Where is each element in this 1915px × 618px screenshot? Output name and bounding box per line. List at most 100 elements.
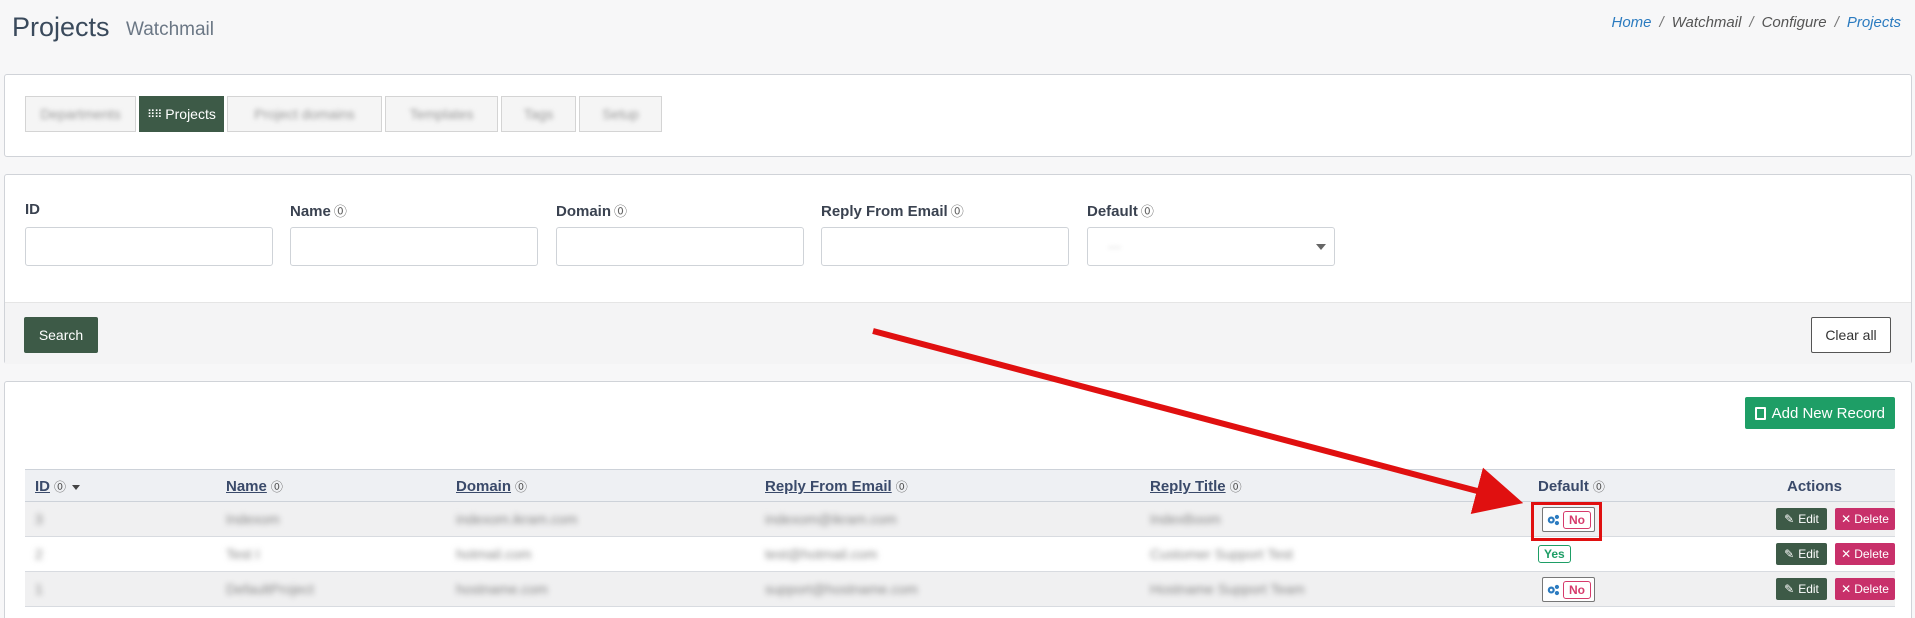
tab-label: Departments (40, 106, 121, 122)
column-header-id[interactable]: ID ⓪ (35, 478, 81, 495)
column-header-reply-email[interactable]: Reply From Email ⓪ (765, 478, 908, 495)
cell-name: Test I (226, 546, 260, 562)
edit-icon: ✎ (1784, 582, 1795, 596)
clear-all-button[interactable]: Clear all (1811, 317, 1891, 353)
select-value: --- (1108, 239, 1121, 254)
cell-domain: hotmail.com (456, 546, 532, 562)
delete-button[interactable]: ✕ Delete (1835, 508, 1895, 530)
grid-icon: ⠿⠿ (147, 108, 162, 121)
help-icon: ⓪ (614, 204, 628, 219)
help-icon: ⓪ (1229, 480, 1242, 494)
delete-button[interactable]: ✕ Delete (1835, 578, 1895, 600)
edit-icon: ✎ (1784, 512, 1795, 526)
tab-projects[interactable]: ⠿⠿ Projects (139, 96, 224, 132)
help-icon: ⓪ (950, 204, 964, 219)
cogs-icon (1547, 584, 1560, 595)
page-title: Projects (12, 12, 110, 42)
search-button[interactable]: Search (24, 317, 98, 353)
breadcrumb-configure: Configure (1761, 14, 1827, 31)
sort-desc-icon (72, 484, 81, 490)
filter-id-label: ID (25, 201, 40, 218)
column-header-reply-title[interactable]: Reply Title ⓪ (1150, 478, 1242, 495)
tabs-card: Departments ⠿⠿ Projects Project domains … (4, 74, 1912, 157)
tab-label: Projects (165, 106, 216, 122)
tab-project-domains[interactable]: Project domains (227, 96, 382, 132)
file-plus-icon (1754, 406, 1766, 420)
breadcrumb-projects[interactable]: Projects (1847, 14, 1901, 31)
edit-button[interactable]: ✎ Edit (1776, 543, 1827, 565)
breadcrumb-separator: / (1749, 14, 1754, 31)
chevron-down-icon (1316, 244, 1326, 250)
help-icon: ⓪ (333, 204, 347, 219)
cell-domain: indexom.ikram.com (456, 511, 578, 527)
tab-label: Tags (523, 106, 554, 122)
cell-email: indexom@ikram.com (765, 511, 897, 527)
column-header-name[interactable]: Name ⓪ (226, 478, 283, 495)
tab-label: Setup (602, 106, 639, 122)
help-icon: ⓪ (54, 480, 67, 494)
filter-id-input[interactable] (25, 227, 273, 266)
close-icon: ✕ (1841, 512, 1852, 526)
page-header: Projects Watchmail Home / Watchmail / Co… (0, 0, 1915, 62)
table-row: 2 Test I hotmail.com test@hotmail.com Cu… (25, 537, 1895, 572)
filter-name-label: Name ⓪ (290, 203, 347, 220)
filter-card: ID Name ⓪ Domain ⓪ Reply From Email ⓪ Defau… (4, 174, 1912, 364)
default-no-badge: No (1563, 580, 1591, 599)
tab-bar: Departments ⠿⠿ Projects Project domains … (25, 96, 662, 132)
breadcrumb: Home / Watchmail / Configure / Projects (1611, 14, 1901, 31)
cell-title: Hostname Support Team (1150, 581, 1305, 597)
breadcrumb-watchmail: Watchmail (1671, 14, 1742, 31)
cell-id: 2 (35, 546, 43, 562)
tab-templates[interactable]: Templates (385, 96, 498, 132)
default-toggle[interactable]: No (1542, 577, 1595, 602)
filter-footer: Search Clear all (5, 302, 1911, 364)
breadcrumb-separator: / (1659, 14, 1664, 31)
delete-button[interactable]: ✕ Delete (1835, 543, 1895, 565)
cell-email: test@hotmail.com (765, 546, 878, 562)
table-row: 1 DefaultProject hostname.com support@ho… (25, 572, 1895, 607)
filter-domain-label: Domain ⓪ (556, 203, 628, 220)
cell-name: DefaultProject (226, 581, 314, 597)
table-row: 3 Indexom indexom.ikram.com indexom@ikra… (25, 502, 1895, 537)
cell-id: 3 (35, 511, 43, 527)
tab-label: Project domains (254, 106, 355, 122)
edit-button[interactable]: ✎ Edit (1776, 508, 1827, 530)
results-table: ID ⓪ Name ⓪ Domain ⓪ Reply From Email ⓪ Repl… (25, 469, 1895, 607)
filter-reply-email-label: Reply From Email ⓪ (821, 203, 964, 220)
cell-domain: hostname.com (456, 581, 548, 597)
cell-email: support@hostname.com (765, 581, 918, 597)
default-yes-badge: Yes (1538, 545, 1571, 563)
help-icon: ⓪ (1592, 480, 1605, 494)
filter-domain-input[interactable] (556, 227, 804, 266)
tab-label: Templates (409, 106, 474, 122)
filter-reply-email-input[interactable] (821, 227, 1069, 266)
close-icon: ✕ (1841, 547, 1852, 561)
filter-default-select[interactable]: --- (1087, 227, 1335, 266)
cell-name: Indexom (226, 511, 280, 527)
edit-button[interactable]: ✎ Edit (1776, 578, 1827, 600)
tab-departments[interactable]: Departments (25, 96, 136, 132)
help-icon: ⓪ (1140, 204, 1154, 219)
column-header-actions: Actions (1787, 478, 1843, 495)
column-header-domain[interactable]: Domain ⓪ (456, 478, 527, 495)
row-actions: ✎ Edit ✕ Delete (1776, 508, 1895, 530)
close-icon: ✕ (1841, 582, 1852, 596)
filter-name-input[interactable] (290, 227, 538, 266)
breadcrumb-separator: / (1834, 14, 1839, 31)
results-card: Add New Record ID ⓪ Name ⓪ Domain ⓪ Reply F… (4, 381, 1912, 618)
add-new-record-button[interactable]: Add New Record (1744, 397, 1895, 429)
tab-tags[interactable]: Tags (501, 96, 576, 132)
help-icon: ⓪ (515, 480, 528, 494)
cell-id: 1 (35, 581, 43, 597)
cell-title: Customer Support Test (1150, 546, 1293, 562)
cell-title: IndexBoom (1150, 511, 1221, 527)
help-icon: ⓪ (895, 480, 908, 494)
edit-icon: ✎ (1784, 547, 1795, 561)
column-header-default: Default ⓪ (1538, 478, 1605, 495)
tab-setup[interactable]: Setup (579, 96, 662, 132)
row-actions: ✎ Edit ✕ Delete (1776, 578, 1895, 600)
table-header: ID ⓪ Name ⓪ Domain ⓪ Reply From Email ⓪ Repl… (25, 469, 1895, 502)
filter-default-label: Default ⓪ (1087, 203, 1154, 220)
breadcrumb-home[interactable]: Home (1611, 14, 1651, 31)
add-button-label: Add New Record (1771, 404, 1885, 422)
